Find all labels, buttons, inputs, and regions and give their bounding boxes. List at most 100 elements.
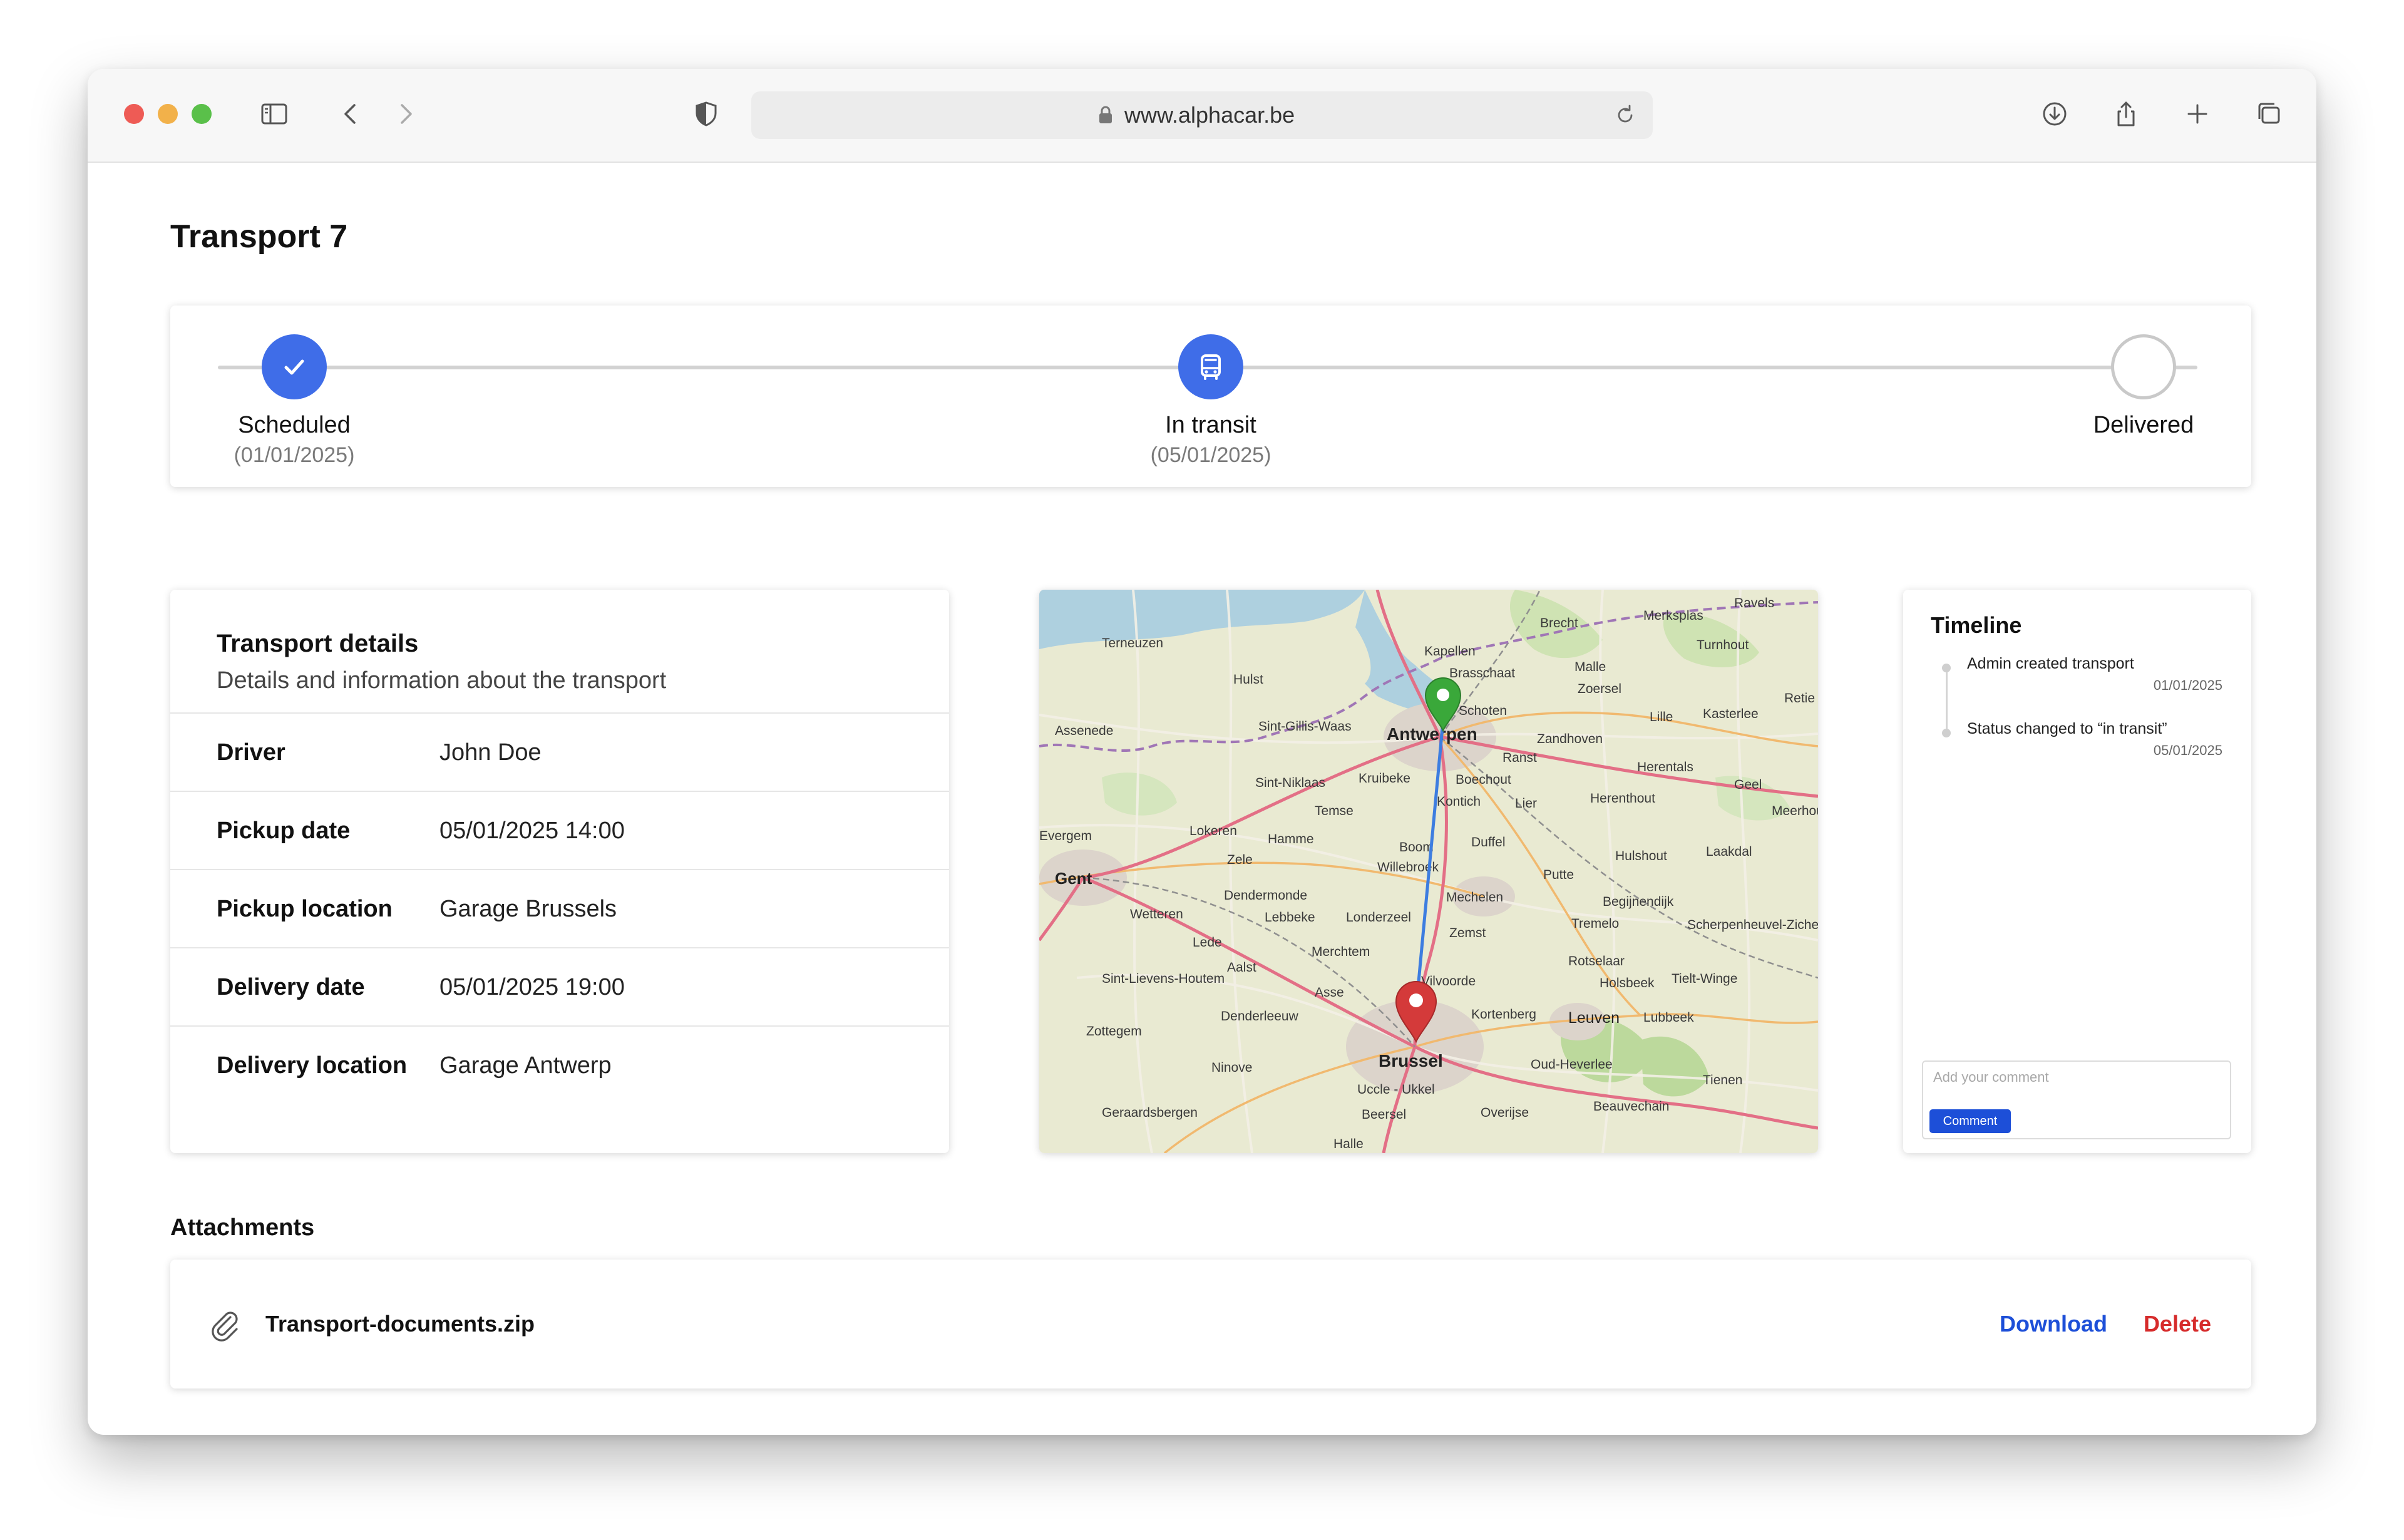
detail-value: Garage Brussels bbox=[439, 896, 617, 922]
step-label: Scheduled bbox=[238, 412, 351, 438]
step-label: In transit bbox=[1165, 412, 1256, 438]
map-place-label: Ranst bbox=[1503, 751, 1537, 765]
map-place-label: Kortenberg bbox=[1471, 1007, 1536, 1022]
download-button[interactable]: Download bbox=[2000, 1260, 2107, 1389]
close-window-button[interactable] bbox=[124, 104, 144, 124]
detail-label: Pickup date bbox=[217, 818, 351, 844]
route-map[interactable]: Terneuzen Hulst Kapellen Brasschaat Brec… bbox=[1039, 590, 1818, 1153]
url-text: www.alphacar.be bbox=[1124, 102, 1295, 128]
detail-label: Driver bbox=[217, 739, 285, 766]
step-date: (05/01/2025) bbox=[1150, 443, 1271, 467]
map-place-label: Boechout bbox=[1456, 773, 1511, 787]
map-place-label: Leuven bbox=[1568, 1009, 1620, 1027]
map-place-label: Evergem bbox=[1039, 829, 1092, 843]
map-place-label: Retie bbox=[1784, 691, 1815, 706]
timeline-event-text: Status changed to “in transit” bbox=[1967, 720, 2167, 737]
timeline-dot bbox=[1942, 729, 1951, 737]
map-place-label: Lokeren bbox=[1189, 824, 1237, 838]
downloads-icon[interactable] bbox=[2037, 96, 2072, 131]
attachments-title: Attachments bbox=[170, 1214, 315, 1241]
zoom-window-button[interactable] bbox=[192, 104, 212, 124]
lock-icon bbox=[1099, 106, 1112, 123]
transport-details-card: Transport details Details and informatio… bbox=[170, 590, 949, 1153]
detail-label: Delivery location bbox=[217, 1052, 408, 1079]
attachment-item: Transport-documents.zip Download Delete bbox=[170, 1260, 2251, 1389]
map-place-label: Overijse bbox=[1481, 1106, 1529, 1120]
map-place-label: Merksplas bbox=[1643, 608, 1703, 623]
map-place-label: Uccle - Ukkel bbox=[1357, 1082, 1435, 1097]
detail-row-delivery-location: Delivery location Garage Antwerp bbox=[170, 1025, 949, 1105]
comment-input[interactable]: Add your comment Comment bbox=[1922, 1060, 2231, 1139]
timeline-connector bbox=[1946, 669, 1948, 729]
detail-value: Garage Antwerp bbox=[439, 1052, 612, 1079]
map-place-label: Ninove bbox=[1211, 1060, 1252, 1075]
map-place-label: Laakdal bbox=[1706, 844, 1752, 859]
map-place-label: Turnhout bbox=[1697, 638, 1749, 652]
step-date: (01/01/2025) bbox=[234, 443, 355, 467]
timeline-event-text: Admin created transport bbox=[1967, 655, 2134, 672]
new-tab-icon[interactable] bbox=[2180, 96, 2215, 131]
comment-button[interactable]: Comment bbox=[1929, 1109, 2011, 1133]
map-place-label: Holsbeek bbox=[1600, 976, 1655, 990]
map-place-label: Beauvechain bbox=[1593, 1099, 1669, 1114]
map-place-label: Lede bbox=[1193, 935, 1222, 950]
map-place-label: Putte bbox=[1543, 868, 1574, 882]
map-place-label: Sint-Gillis-Waas bbox=[1258, 719, 1352, 734]
map-place-label: Begijnendijk bbox=[1603, 895, 1674, 909]
back-icon[interactable] bbox=[333, 96, 368, 131]
page-content: Transport 7 Scheduled (01/01/2025) In tr… bbox=[88, 163, 2316, 1435]
map-place-label: Herentals bbox=[1637, 760, 1693, 774]
map-place-label: Kasterlee bbox=[1703, 707, 1759, 721]
map-place-label: Asse bbox=[1315, 985, 1344, 1000]
reload-icon[interactable] bbox=[1613, 103, 1638, 128]
address-bar[interactable]: www.alphacar.be bbox=[751, 91, 1653, 139]
map-place-label: Malle bbox=[1574, 660, 1606, 674]
map-place-label: Oud-Heverlee bbox=[1531, 1057, 1613, 1072]
map-canvas[interactable]: Terneuzen Hulst Kapellen Brasschaat Brec… bbox=[1039, 590, 1818, 1153]
map-place-label: Londerzeel bbox=[1346, 910, 1411, 925]
map-place-label: Denderleeuw bbox=[1221, 1009, 1299, 1024]
attachment-filename: Transport-documents.zip bbox=[265, 1311, 535, 1337]
map-place-label: Brasschaat bbox=[1449, 666, 1515, 680]
step-label: Delivered bbox=[2093, 412, 2194, 438]
timeline-event-date: 05/01/2025 bbox=[2153, 742, 2222, 758]
map-place-label: Zemst bbox=[1449, 926, 1486, 940]
step-in-transit-bus-icon bbox=[1178, 334, 1243, 399]
browser-window: www.alphacar.be Transport 7 Scheduled (0… bbox=[88, 69, 2316, 1435]
timeline-event-date: 01/01/2025 bbox=[2153, 677, 2222, 693]
map-place-label: Zottegem bbox=[1086, 1024, 1142, 1039]
share-icon[interactable] bbox=[2109, 96, 2144, 131]
map-place-label: Geraardsbergen bbox=[1102, 1106, 1198, 1120]
detail-label: Delivery date bbox=[217, 974, 365, 1000]
map-place-label: Zandhoven bbox=[1537, 732, 1603, 746]
map-place-label: Meerhout bbox=[1772, 804, 1818, 818]
map-place-label: Kontich bbox=[1437, 794, 1481, 809]
detail-row-driver: Driver John Doe bbox=[170, 712, 949, 792]
map-place-label: Dendermonde bbox=[1224, 888, 1307, 903]
map-place-label: Brecht bbox=[1540, 616, 1578, 630]
delete-button[interactable]: Delete bbox=[2144, 1260, 2211, 1389]
tab-overview-icon[interactable] bbox=[2251, 96, 2286, 131]
detail-value: 05/01/2025 14:00 bbox=[439, 818, 625, 844]
detail-row-pickup-date: Pickup date 05/01/2025 14:00 bbox=[170, 791, 949, 870]
forward-icon[interactable] bbox=[388, 96, 423, 131]
minimize-window-button[interactable] bbox=[158, 104, 178, 124]
privacy-shield-icon[interactable] bbox=[689, 96, 724, 131]
comment-placeholder: Add your comment bbox=[1933, 1069, 2049, 1085]
timeline-dot bbox=[1942, 664, 1951, 672]
step-scheduled-check-icon bbox=[262, 334, 327, 399]
sidebar-icon[interactable] bbox=[257, 96, 292, 131]
paperclip-icon bbox=[212, 1312, 238, 1342]
map-place-label: Sint-Niklaas bbox=[1255, 776, 1325, 790]
map-place-label: Kruibeke bbox=[1359, 771, 1410, 786]
map-place-label: Halle bbox=[1333, 1137, 1364, 1151]
map-place-label: Sint-Lievens-Houtem bbox=[1102, 972, 1225, 986]
map-place-label: Assenede bbox=[1055, 724, 1113, 738]
page-title: Transport 7 bbox=[170, 218, 348, 255]
map-place-label: Tielt-Winge bbox=[1672, 972, 1737, 986]
map-place-label: Aalst bbox=[1227, 960, 1256, 975]
map-place-label: Antwerpen bbox=[1387, 724, 1477, 744]
map-place-label: Mechelen bbox=[1446, 890, 1503, 905]
map-place-label: Temse bbox=[1315, 804, 1354, 818]
map-place-label: Schoten bbox=[1459, 704, 1507, 718]
